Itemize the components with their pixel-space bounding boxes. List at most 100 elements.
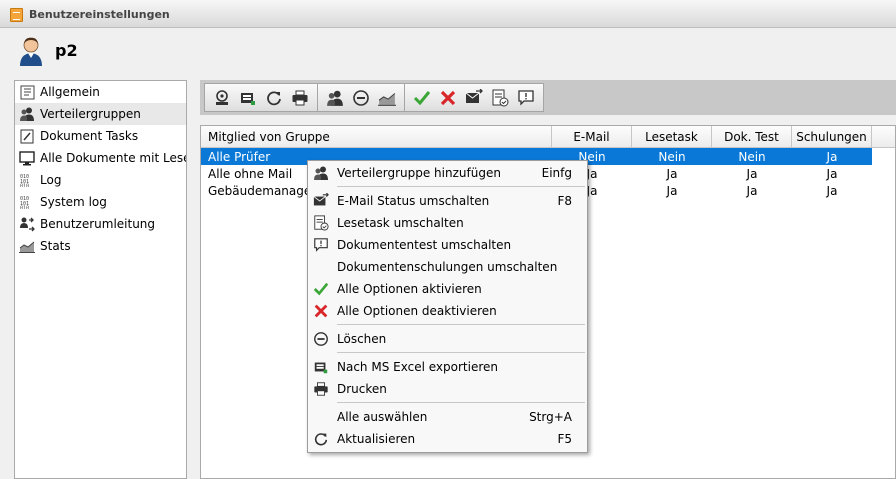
- menu-item-label: Aktualisieren: [337, 432, 416, 446]
- add-distribution-group-button[interactable]: [324, 87, 346, 109]
- menu-item-readtask-toggle[interactable]: Lesetask umschalten: [308, 212, 587, 234]
- comment-icon: [314, 238, 328, 252]
- edit-document-icon: [19, 128, 35, 144]
- sidebar-item-dokument-tasks[interactable]: Dokument Tasks: [15, 125, 186, 147]
- menu-item-doctest-toggle[interactable]: Dokumententest umschalten: [308, 234, 587, 256]
- context-menu: Verteilergruppe hinzufügen Einfg E-Mail …: [307, 160, 588, 453]
- svg-text:010: 010: [20, 206, 29, 210]
- excel-export-icon: [241, 92, 255, 105]
- sidebar-item-allgemein[interactable]: Allgemein: [15, 81, 186, 103]
- area-chart-icon: [378, 92, 396, 106]
- sidebar-item-label: Alle Dokumente mit Lesetask: [40, 151, 186, 165]
- menu-item-label: E-Mail Status umschalten: [337, 194, 490, 208]
- doctest-toggle-button[interactable]: [515, 87, 537, 109]
- binary-log-icon: 010 101 010: [19, 172, 35, 188]
- binary-log-icon: 010 101 010: [19, 194, 35, 210]
- users-icon: [327, 90, 343, 106]
- menu-item-export-excel[interactable]: Nach MS Excel exportieren: [308, 356, 587, 378]
- minus-circle-icon: [353, 89, 369, 106]
- column-header-group[interactable]: Mitglied von Gruppe: [201, 126, 552, 147]
- print-icon: [292, 90, 308, 105]
- title-bar: Benutzereinstellungen: [0, 0, 896, 28]
- mail-toggle-icon: [465, 88, 483, 103]
- menu-item-label: Alle Optionen deaktivieren: [337, 304, 497, 318]
- column-header-schulungen[interactable]: Schulungen: [792, 126, 872, 147]
- column-header-doktest[interactable]: Dok. Test: [712, 126, 792, 147]
- refresh-icon: [314, 433, 328, 446]
- check-icon: [313, 282, 329, 296]
- read-task-icon: [492, 89, 509, 106]
- mail-toggle-icon: [313, 193, 329, 206]
- sidebar-item-verteilergruppen[interactable]: Verteilergruppen: [15, 103, 186, 125]
- sidebar-item-label: Stats: [40, 239, 71, 253]
- refresh-icon: [267, 90, 281, 105]
- menu-item-refresh[interactable]: Aktualisieren F5: [308, 428, 587, 450]
- sidebar-item-alle-dokumente[interactable]: Alle Dokumente mit Lesetask: [15, 147, 186, 169]
- sidebar-item-system-log[interactable]: 010 101 010 System log: [15, 191, 186, 213]
- sidebar-item-stats[interactable]: Stats: [15, 235, 186, 257]
- minus-circle-icon: [314, 332, 328, 346]
- cell-schulungen: Ja: [826, 183, 838, 198]
- app-icon: [10, 8, 23, 22]
- toolbar: [200, 83, 544, 112]
- sidebar-item-label: Dokument Tasks: [40, 129, 139, 143]
- menu-item-label: Dokumententest umschalten: [337, 238, 512, 252]
- menu-item-add-group[interactable]: Verteilergruppe hinzufügen Einfg: [308, 162, 587, 184]
- menu-item-training-toggle[interactable]: Dokumentenschulungen umschalten: [308, 256, 587, 278]
- form-icon: [19, 84, 35, 100]
- print-button[interactable]: [289, 87, 311, 109]
- toolbar-group-file: [204, 83, 317, 112]
- check-icon: [413, 90, 431, 105]
- stats-button[interactable]: [376, 87, 398, 109]
- email-toggle-button[interactable]: [463, 87, 485, 109]
- sidebar-item-benutzerumleitung[interactable]: Benutzerumleitung: [15, 213, 186, 235]
- cell-doktest: Nein: [738, 149, 766, 164]
- toolbar-group-groups: [317, 83, 404, 112]
- sidebar-item-label: Benutzerumleitung: [40, 217, 156, 231]
- cross-icon: [314, 304, 328, 318]
- cell-schulungen: Ja: [826, 166, 838, 181]
- user-header: p2: [0, 28, 896, 80]
- menu-item-disable-all[interactable]: Alle Optionen deaktivieren: [308, 300, 587, 322]
- monitor-icon: [19, 150, 35, 166]
- menu-item-label: Alle auswählen: [337, 410, 428, 424]
- user-avatar-icon: [20, 37, 42, 66]
- menu-item-label: Löschen: [337, 332, 387, 346]
- menu-item-shortcut: Einfg: [541, 166, 572, 180]
- area-chart-icon: [19, 238, 35, 254]
- menu-item-email-toggle[interactable]: E-Mail Status umschalten F8: [308, 190, 587, 212]
- print-icon: [314, 382, 328, 396]
- cross-icon: [440, 90, 456, 105]
- column-header-email[interactable]: E-Mail: [552, 126, 632, 147]
- menu-item-delete[interactable]: Löschen: [308, 328, 587, 350]
- menu-item-select-all[interactable]: Alle auswählen Strg+A: [308, 406, 587, 428]
- redirect-icon: [19, 216, 35, 232]
- svg-text:010: 010: [20, 184, 29, 188]
- menu-item-label: Drucken: [337, 382, 387, 396]
- cell-doktest: Ja: [746, 166, 758, 181]
- readtask-toggle-button[interactable]: [489, 87, 511, 109]
- sidebar-item-label: System log: [40, 195, 107, 209]
- add-group-button[interactable]: [211, 87, 233, 109]
- cell-lesetask: Ja: [666, 166, 678, 181]
- refresh-button[interactable]: [263, 87, 285, 109]
- cell-lesetask: Nein: [658, 149, 686, 164]
- menu-item-enable-all[interactable]: Alle Optionen aktivieren: [308, 278, 587, 300]
- sidebar-item-label: Allgemein: [40, 85, 100, 99]
- delete-button[interactable]: [350, 87, 372, 109]
- grid-header: Mitglied von Gruppe E-Mail Lesetask Dok.…: [201, 126, 895, 148]
- menu-item-label: Dokumentenschulungen umschalten: [337, 260, 558, 274]
- username: p2: [55, 41, 78, 60]
- users-icon: [314, 166, 328, 180]
- menu-item-print[interactable]: Drucken: [308, 378, 587, 400]
- column-header-lesetask[interactable]: Lesetask: [632, 126, 712, 147]
- menu-item-label: Nach MS Excel exportieren: [337, 360, 498, 374]
- disable-all-button[interactable]: [437, 87, 459, 109]
- enable-all-button[interactable]: [411, 87, 433, 109]
- read-task-icon: [314, 215, 329, 231]
- menu-item-label: Alle Optionen aktivieren: [337, 282, 482, 296]
- add-group-icon: [216, 89, 228, 105]
- sidebar-item-log[interactable]: 010 101 010 Log: [15, 169, 186, 191]
- excel-export-button[interactable]: [237, 87, 259, 109]
- menu-item-label: Verteilergruppe hinzufügen: [337, 166, 501, 180]
